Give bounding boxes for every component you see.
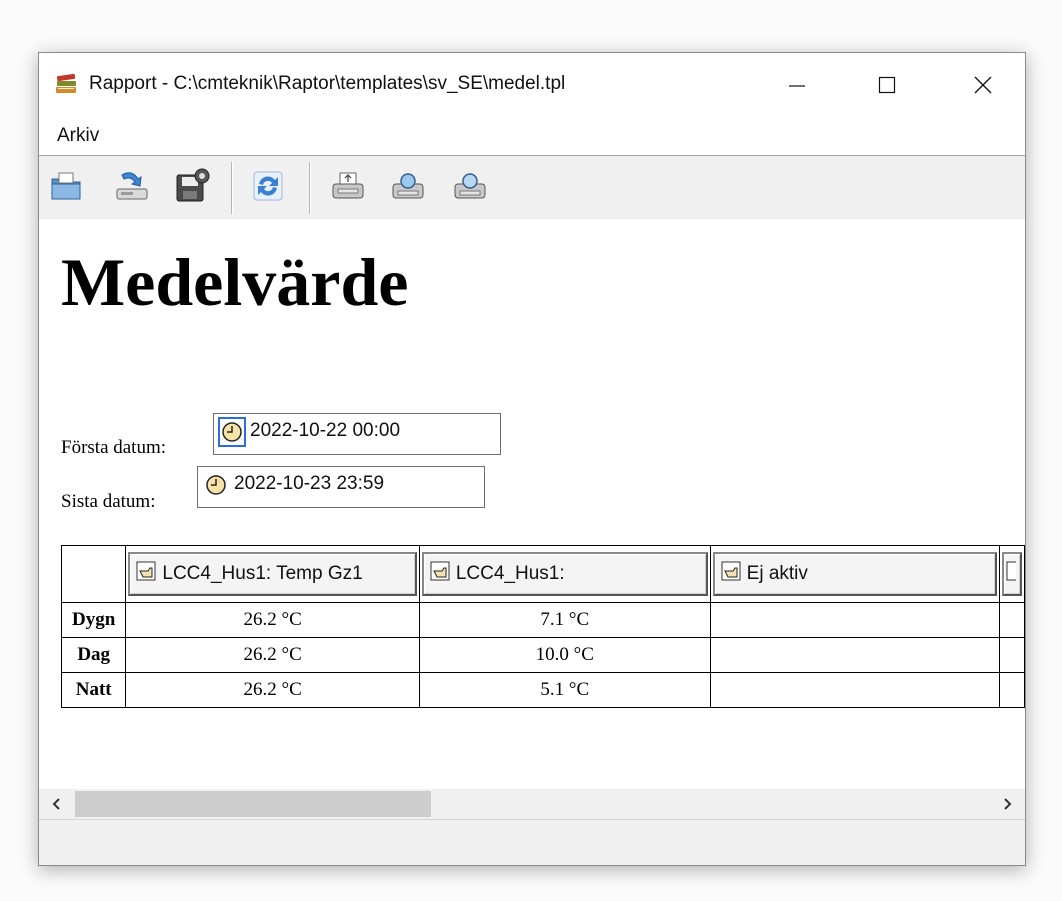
report-content: Medelvärde Första datum: 2022-10-22 00:0… [39, 219, 1025, 789]
table-cell [709, 602, 1001, 638]
pointing-hand-icon [136, 561, 156, 587]
title-bar[interactable]: Rapport - C:\cmteknik\Raptor\templates\s… [39, 53, 1025, 115]
first-date-value: 2022-10-22 00:00 [250, 420, 401, 441]
pointing-hand-icon [721, 561, 741, 587]
row-label: Dygn [60, 602, 127, 638]
clock-icon[interactable] [202, 470, 230, 500]
close-icon [974, 76, 992, 94]
table-cell [999, 602, 1025, 638]
minimize-button[interactable] [767, 61, 827, 109]
table-cell [709, 672, 1001, 708]
table-cell: 5.1 °C [418, 672, 711, 708]
table-row: Dag 26.2 °C 10.0 °C [60, 637, 1025, 673]
table-cell: 10.0 °C [418, 637, 711, 673]
column-header[interactable]: Ej aktiv [709, 545, 1001, 603]
refresh-button[interactable] [249, 166, 287, 206]
scrollbar-thumb[interactable] [75, 791, 431, 817]
close-button[interactable] [953, 61, 1013, 109]
table-header-row: LCC4_Hus1: Temp Gz1 LCC4_Hus1: Ej aktiv [60, 545, 1025, 603]
horizontal-scrollbar[interactable] [39, 789, 1025, 819]
pointing-hand-icon [1006, 561, 1021, 587]
average-table: LCC4_Hus1: Temp Gz1 LCC4_Hus1: Ej aktiv … [60, 545, 1025, 708]
refresh-icon [253, 171, 283, 201]
first-date-field[interactable]: 2022-10-22 00:00 [213, 413, 501, 455]
report-heading: Medelvärde [61, 244, 409, 320]
scroll-right-button[interactable] [991, 789, 1025, 819]
row-label: Natt [60, 672, 127, 708]
scroll-left-button[interactable] [39, 789, 73, 819]
row-label: Dag [60, 637, 127, 673]
chevron-left-icon [52, 798, 60, 810]
column-header-label: LCC4_Hus1: Temp Gz1 [162, 563, 363, 584]
app-books-icon [55, 73, 79, 95]
table-cell: 26.2 °C [125, 637, 420, 673]
clock-icon[interactable] [218, 417, 246, 447]
print-preview-icon [392, 173, 424, 199]
status-bar [39, 819, 1025, 865]
pointing-hand-icon [430, 561, 450, 587]
table-cell [709, 637, 1001, 673]
last-date-value: 2022-10-23 23:59 [234, 473, 385, 494]
open-button[interactable] [47, 166, 85, 206]
first-date-label: Första datum: [61, 437, 167, 458]
print-preview-button[interactable] [389, 166, 427, 206]
table-cell: 7.1 °C [418, 602, 711, 638]
table-cell [999, 672, 1025, 708]
import-icon [116, 172, 148, 200]
table-cell: 26.2 °C [125, 672, 420, 708]
column-header[interactable]: LCC4_Hus1: Temp Gz1 [125, 545, 420, 603]
print-button[interactable] [329, 166, 367, 206]
table-cell: 26.2 °C [125, 602, 420, 638]
print-setup-button[interactable] [451, 166, 489, 206]
print-setup-icon [454, 173, 486, 199]
table-cell [999, 637, 1025, 673]
column-header-partial[interactable] [999, 545, 1025, 603]
import-button[interactable] [113, 166, 151, 206]
save-settings-button[interactable] [173, 166, 211, 206]
table-row: Dygn 26.2 °C 7.1 °C [60, 602, 1025, 638]
menu-item-arkiv[interactable]: Arkiv [53, 123, 103, 149]
last-date-field[interactable]: 2022-10-23 23:59 [197, 466, 485, 508]
window-title: Rapport - C:\cmteknik\Raptor\templates\s… [89, 73, 566, 94]
open-folder-icon [51, 172, 81, 200]
last-date-label: Sista datum: [61, 491, 156, 512]
menu-bar: Arkiv [39, 119, 1025, 153]
table-row: Natt 26.2 °C 5.1 °C [60, 672, 1025, 708]
chevron-right-icon [1004, 798, 1012, 810]
report-window: Rapport - C:\cmteknik\Raptor\templates\s… [38, 52, 1026, 866]
print-icon [332, 172, 364, 199]
save-settings-icon [176, 168, 210, 202]
maximize-icon [878, 76, 896, 94]
toolbar-separator [309, 162, 310, 214]
maximize-button[interactable] [857, 61, 917, 109]
toolbar-separator [231, 162, 232, 214]
column-header-label: LCC4_Hus1: [455, 563, 565, 584]
minimize-icon [789, 85, 805, 87]
column-header[interactable]: LCC4_Hus1: [418, 545, 711, 603]
table-corner [60, 545, 127, 603]
column-header-label: Ej aktiv [746, 563, 808, 584]
toolbar [39, 156, 1025, 219]
